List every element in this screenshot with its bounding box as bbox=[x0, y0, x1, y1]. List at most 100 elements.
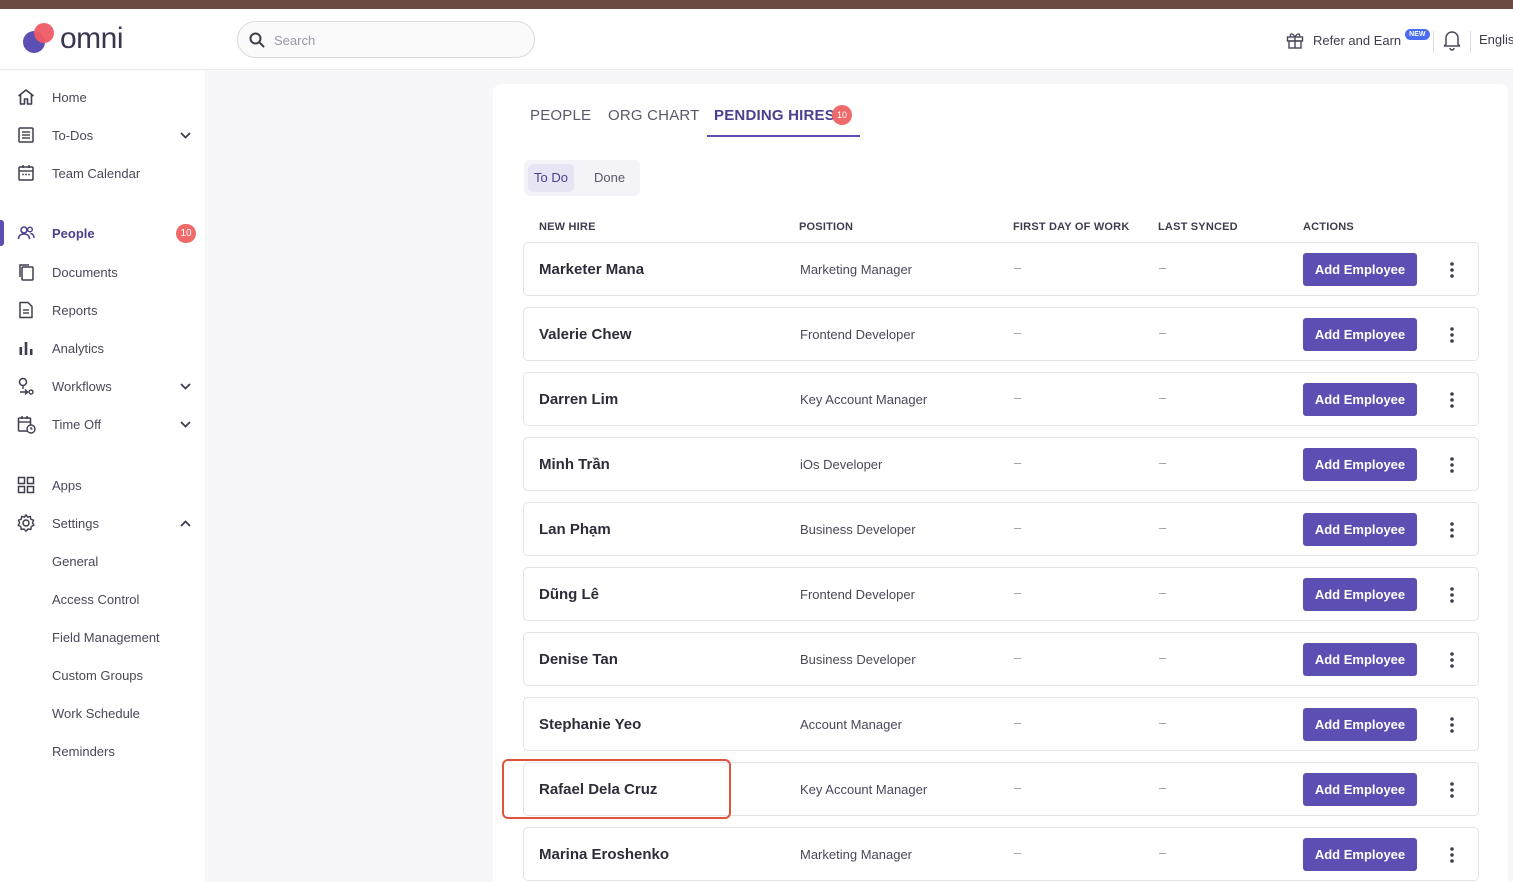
position-cell: Account Manager bbox=[800, 717, 902, 732]
last-synced-cell: – bbox=[1159, 650, 1167, 665]
add-employee-button[interactable]: Add Employee bbox=[1303, 708, 1417, 741]
bar-chart-icon bbox=[19, 342, 33, 355]
first-day-cell: – bbox=[1014, 325, 1022, 340]
new-hire-name: Lan Phạm bbox=[539, 521, 611, 538]
refer-and-earn-link[interactable]: Refer and Earn NEW bbox=[1285, 28, 1430, 50]
sidebar-item-label: Home bbox=[52, 90, 87, 105]
sidebar-item-todos[interactable]: To-Dos bbox=[0, 120, 205, 150]
more-options-icon[interactable] bbox=[1444, 780, 1460, 800]
sidebar-item-home[interactable]: Home bbox=[0, 82, 205, 112]
more-options-icon[interactable] bbox=[1444, 390, 1460, 410]
tab-pending-hires[interactable]: PENDING HIRES bbox=[714, 107, 835, 124]
table-row[interactable]: Lan Phạm Business Developer – – Add Employee bbox=[523, 502, 1479, 556]
search-input[interactable] bbox=[274, 30, 514, 50]
checklist-icon bbox=[18, 127, 34, 143]
divider bbox=[1470, 31, 1471, 53]
table-row[interactable]: Denise Tan Business Developer – – Add Employ… bbox=[523, 632, 1479, 686]
more-options-icon[interactable] bbox=[1444, 325, 1460, 345]
sidebar-item-team-calendar[interactable]: Team Calendar bbox=[0, 158, 205, 188]
add-employee-button[interactable]: Add Employee bbox=[1303, 448, 1417, 481]
column-header-last-synced: LAST SYNCED bbox=[1158, 221, 1238, 233]
home-icon bbox=[18, 89, 34, 105]
settings-sub-reminders[interactable]: Reminders bbox=[52, 744, 115, 759]
new-hire-name: Dũng Lê bbox=[539, 586, 599, 603]
more-options-icon[interactable] bbox=[1444, 455, 1460, 475]
last-synced-cell: – bbox=[1159, 325, 1167, 340]
gift-icon bbox=[1286, 33, 1304, 49]
sidebar-item-people[interactable]: People 10 bbox=[0, 218, 205, 248]
first-day-cell: – bbox=[1014, 520, 1022, 535]
sidebar-item-time-off[interactable]: Time Off bbox=[0, 409, 205, 439]
more-options-icon[interactable] bbox=[1444, 585, 1460, 605]
done-toggle-button[interactable]: Done bbox=[588, 164, 631, 192]
table-row[interactable]: Marina Eroshenko Marketing Manager – – Add E… bbox=[523, 827, 1479, 881]
more-options-icon[interactable] bbox=[1444, 260, 1460, 280]
settings-sub-custom-groups[interactable]: Custom Groups bbox=[52, 668, 143, 683]
settings-sub-access-control[interactable]: Access Control bbox=[52, 592, 139, 607]
sidebar: Home To-Dos Team Calendar People 10 Docu… bbox=[0, 71, 205, 882]
sidebar-item-settings[interactable]: Settings bbox=[0, 508, 205, 538]
status-toggle: To Do Done bbox=[524, 160, 640, 196]
sidebar-item-analytics[interactable]: Analytics bbox=[0, 333, 205, 363]
top-bar: omni Refer and Earn NEW Englis bbox=[0, 9, 1513, 70]
add-employee-button[interactable]: Add Employee bbox=[1303, 383, 1417, 416]
language-selector[interactable]: Englis bbox=[1479, 32, 1513, 47]
settings-sub-work-schedule[interactable]: Work Schedule bbox=[52, 706, 140, 721]
time-off-icon bbox=[17, 416, 36, 434]
position-cell: Key Account Manager bbox=[800, 392, 928, 407]
people-icon bbox=[17, 226, 35, 240]
calendar-icon bbox=[18, 165, 34, 181]
add-employee-button[interactable]: Add Employee bbox=[1303, 838, 1417, 871]
chevron-up-icon[interactable] bbox=[179, 517, 192, 530]
new-badge: NEW bbox=[1405, 28, 1430, 40]
sidebar-item-label: People bbox=[52, 226, 95, 241]
todo-toggle-button[interactable]: To Do bbox=[528, 164, 574, 192]
first-day-cell: – bbox=[1014, 390, 1022, 405]
add-employee-button[interactable]: Add Employee bbox=[1303, 318, 1417, 351]
more-options-icon[interactable] bbox=[1444, 845, 1460, 865]
table-row[interactable]: Valerie Chew Frontend Developer – – Add Empl… bbox=[523, 307, 1479, 361]
search-box[interactable] bbox=[237, 21, 535, 58]
table-row[interactable]: Stephanie Yeo Account Manager – – Add Employ… bbox=[523, 697, 1479, 751]
add-employee-button[interactable]: Add Employee bbox=[1303, 253, 1417, 286]
gear-icon bbox=[17, 514, 35, 532]
table-row[interactable]: Minh Trần iOs Developer – – Add Employee bbox=[523, 437, 1479, 491]
first-day-cell: – bbox=[1014, 780, 1022, 795]
tab-people[interactable]: PEOPLE bbox=[530, 107, 591, 124]
table-row[interactable]: Dũng Lê Frontend Developer – – Add Employee bbox=[523, 567, 1479, 621]
add-employee-button[interactable]: Add Employee bbox=[1303, 578, 1417, 611]
more-options-icon[interactable] bbox=[1444, 650, 1460, 670]
omni-logo[interactable]: omni bbox=[22, 22, 142, 58]
table-row[interactable]: Marketer Mana Marketing Manager – – Add Empl… bbox=[523, 242, 1479, 296]
tab-org-chart[interactable]: ORG CHART bbox=[608, 107, 700, 124]
more-options-icon[interactable] bbox=[1444, 715, 1460, 735]
sidebar-item-label: Analytics bbox=[52, 341, 105, 356]
chevron-down-icon[interactable] bbox=[179, 418, 192, 431]
sidebar-item-label: Team Calendar bbox=[52, 166, 141, 181]
last-synced-cell: – bbox=[1159, 715, 1167, 730]
sidebar-item-label: Settings bbox=[52, 516, 99, 531]
add-employee-button[interactable]: Add Employee bbox=[1303, 773, 1417, 806]
last-synced-cell: – bbox=[1159, 390, 1167, 405]
chevron-down-icon[interactable] bbox=[179, 129, 192, 142]
sidebar-item-workflows[interactable]: Workflows bbox=[0, 371, 205, 401]
new-hire-name: Valerie Chew bbox=[539, 326, 632, 343]
add-employee-button[interactable]: Add Employee bbox=[1303, 643, 1417, 676]
chevron-down-icon[interactable] bbox=[179, 380, 192, 393]
add-employee-button[interactable]: Add Employee bbox=[1303, 513, 1417, 546]
sidebar-item-label: Apps bbox=[52, 478, 82, 493]
table-row[interactable]: Darren Lim Key Account Manager – – Add Emplo… bbox=[523, 372, 1479, 426]
last-synced-cell: – bbox=[1159, 845, 1167, 860]
sidebar-item-label: Documents bbox=[52, 265, 118, 280]
more-options-icon[interactable] bbox=[1444, 520, 1460, 540]
sidebar-item-reports[interactable]: Reports bbox=[0, 295, 205, 325]
settings-sub-field-management[interactable]: Field Management bbox=[52, 630, 160, 645]
pending-hires-count-badge: 10 bbox=[832, 105, 852, 125]
logo-mark-icon bbox=[23, 23, 54, 53]
settings-sub-general[interactable]: General bbox=[52, 554, 98, 569]
sidebar-item-documents[interactable]: Documents bbox=[0, 257, 205, 287]
new-hire-name: Marina Eroshenko bbox=[539, 846, 670, 863]
first-day-cell: – bbox=[1014, 715, 1022, 730]
sidebar-item-apps[interactable]: Apps bbox=[0, 470, 205, 500]
bell-icon[interactable] bbox=[1442, 29, 1462, 51]
